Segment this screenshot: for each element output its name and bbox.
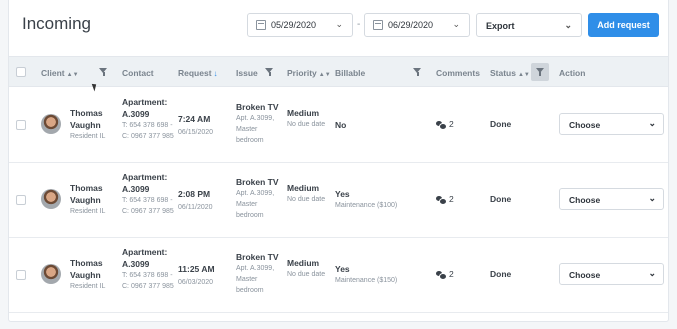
- priority-info: Medium No due date: [287, 183, 326, 203]
- sort-icon: ▲▼: [66, 72, 79, 78]
- client-name: Thomas Vaughn Resident IL: [70, 182, 115, 218]
- client-name: Thomas Vaughn Resident IL: [70, 107, 115, 143]
- priority-info: Medium No due date: [287, 108, 326, 128]
- action-dropdown[interactable]: Choose ⌄: [559, 113, 664, 135]
- issue-location: Apt. A.3099, Master bedroom: [236, 190, 275, 219]
- add-request-button[interactable]: Add request: [588, 13, 659, 37]
- issue-location: Apt. A.3099, Master bedroom: [236, 115, 275, 144]
- client-role: Resident IL: [70, 283, 106, 290]
- row-checkbox[interactable]: [16, 120, 26, 130]
- avatar: [41, 114, 61, 134]
- table-row[interactable]: Thomas Vaughn Resident IL Apartment: A.3…: [9, 163, 668, 238]
- calendar-icon: [256, 20, 266, 30]
- filter-icon: [535, 68, 545, 76]
- contact-info: Apartment: A.3099 T: 654 378 698 - C: 09…: [122, 247, 174, 290]
- comments-icon: [436, 271, 447, 280]
- comments-count[interactable]: 2: [436, 269, 454, 280]
- column-request[interactable]: Request ↓: [178, 68, 218, 78]
- comments-icon: [436, 121, 447, 130]
- column-contact: Contact: [122, 68, 154, 78]
- contact-phone: T: 654 378 698 - C: 0967 377 985: [122, 272, 174, 290]
- comments-icon: [436, 196, 447, 205]
- status-value: Done: [490, 119, 512, 129]
- filter-icon[interactable]: [413, 68, 422, 76]
- action-label: Choose: [569, 120, 601, 130]
- chevron-down-icon: ⌄: [648, 193, 656, 203]
- client-role: Resident IL: [70, 208, 106, 215]
- table-header: Client ▲▼ Contact Request ↓ Issue Priority…: [9, 56, 668, 87]
- contact-phone: T: 654 378 698 - C: 0967 377 985: [122, 122, 174, 140]
- table-row[interactable]: Thomas Vaughn Resident IL Apartment: A.3…: [9, 238, 668, 313]
- sort-icon: ▲▼: [517, 72, 530, 78]
- column-billable: Billable: [335, 68, 366, 78]
- contact-phone: T: 654 378 698 - C: 0967 377 985: [122, 197, 174, 215]
- billable-info: Yes Maintenance ($150): [335, 263, 397, 287]
- filter-icon[interactable]: [265, 68, 274, 76]
- avatar: [41, 264, 61, 284]
- column-priority[interactable]: Priority ▲▼: [287, 68, 331, 78]
- request-date: 06/11/2020: [178, 204, 213, 211]
- issue-info: Broken TV Apt. A.3099, Master bedroom: [236, 102, 281, 146]
- date-separator: -: [357, 19, 361, 30]
- sort-icon: ▲▼: [318, 72, 331, 78]
- request-time: 2:08 PM 06/11/2020: [178, 188, 213, 214]
- column-issue: Issue: [236, 68, 258, 78]
- page-header: Incoming 05/29/2020 ⌄ - 06/29/2020 ⌄ Exp…: [9, 0, 668, 55]
- select-all-checkbox[interactable]: [16, 67, 26, 77]
- calendar-icon: [373, 20, 383, 30]
- status-value: Done: [490, 194, 512, 204]
- due-date: No due date: [287, 271, 326, 278]
- chevron-down-icon: ⌄: [648, 268, 656, 278]
- chevron-down-icon: ⌄: [648, 118, 656, 128]
- action-dropdown[interactable]: Choose ⌄: [559, 263, 664, 285]
- request-date: 06/03/2020: [178, 279, 214, 286]
- chevron-down-icon: ⌄: [452, 19, 460, 29]
- row-checkbox[interactable]: [16, 270, 26, 280]
- date-from-value: 05/29/2020: [271, 20, 317, 30]
- requests-panel: Incoming 05/29/2020 ⌄ - 06/29/2020 ⌄ Exp…: [8, 0, 669, 322]
- comments-count[interactable]: 2: [436, 194, 454, 205]
- status-value: Done: [490, 269, 512, 279]
- issue-info: Broken TV Apt. A.3099, Master bedroom: [236, 252, 281, 296]
- avatar: [41, 189, 61, 209]
- comments-count[interactable]: 2: [436, 119, 454, 130]
- column-action: Action: [559, 68, 586, 78]
- billable-info: No: [335, 120, 347, 130]
- status-filter-button[interactable]: [531, 63, 549, 81]
- request-date: 06/15/2020: [178, 129, 214, 136]
- table-row[interactable]: Thomas Vaughn Resident IL Apartment: A.3…: [9, 88, 668, 163]
- priority-info: Medium No due date: [287, 258, 326, 278]
- billable-detail: Maintenance ($100): [335, 202, 398, 209]
- billable-info: Yes Maintenance ($100): [335, 188, 397, 212]
- request-time: 11:25 AM 06/03/2020: [178, 263, 215, 289]
- request-time: 7:24 AM 06/15/2020: [178, 113, 213, 139]
- date-from-picker[interactable]: 05/29/2020 ⌄: [247, 13, 353, 37]
- page-title: Incoming: [22, 14, 91, 33]
- column-status[interactable]: Status ▲▼: [490, 68, 530, 78]
- issue-info: Broken TV Apt. A.3099, Master bedroom: [236, 177, 281, 221]
- contact-info: Apartment: A.3099 T: 654 378 698 - C: 09…: [122, 172, 174, 215]
- sort-desc-icon: ↓: [213, 69, 218, 78]
- chevron-down-icon: ⌄: [564, 20, 572, 30]
- column-comments: Comments: [436, 68, 480, 78]
- export-dropdown[interactable]: Export ⌄: [476, 13, 582, 37]
- column-client[interactable]: Client ▲▼: [41, 68, 79, 78]
- client-role: Resident IL: [70, 133, 106, 140]
- action-dropdown[interactable]: Choose ⌄: [559, 188, 664, 210]
- due-date: No due date: [287, 121, 326, 128]
- chevron-down-icon: ⌄: [335, 19, 343, 29]
- date-to-value: 06/29/2020: [388, 20, 434, 30]
- row-checkbox[interactable]: [16, 195, 26, 205]
- contact-info: Apartment: A.3099 T: 654 378 698 - C: 09…: [122, 97, 174, 140]
- issue-location: Apt. A.3099, Master bedroom: [236, 265, 275, 294]
- action-label: Choose: [569, 195, 601, 205]
- export-label: Export: [486, 21, 515, 31]
- due-date: No due date: [287, 196, 326, 203]
- client-name: Thomas Vaughn Resident IL: [70, 257, 115, 293]
- filter-icon[interactable]: [99, 68, 108, 76]
- billable-detail: Maintenance ($150): [335, 277, 398, 284]
- action-label: Choose: [569, 270, 601, 280]
- date-to-picker[interactable]: 06/29/2020 ⌄: [364, 13, 470, 37]
